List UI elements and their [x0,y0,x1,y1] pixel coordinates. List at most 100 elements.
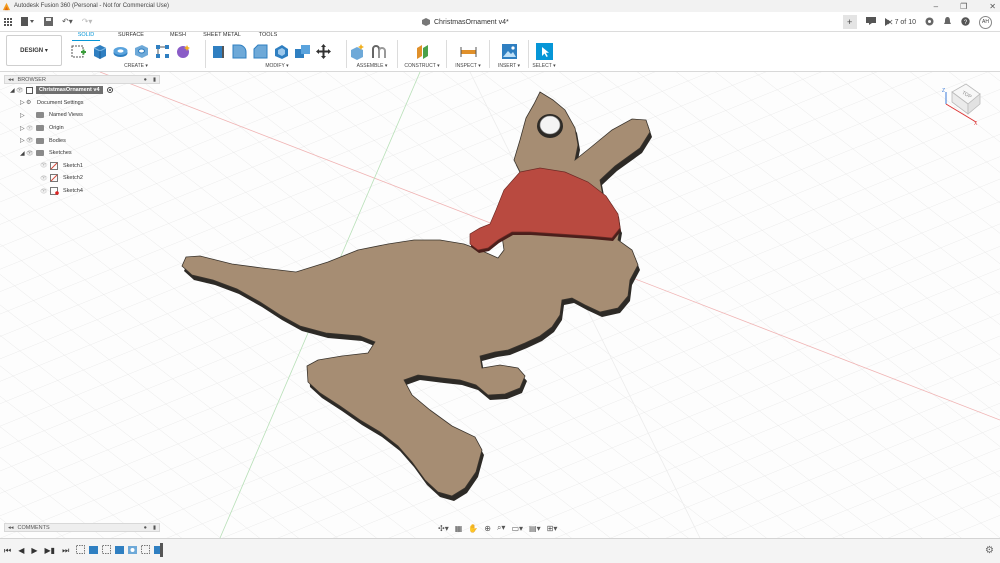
zoom-icon[interactable]: ⊕ [484,524,491,533]
tab-surface[interactable]: SURFACE [116,32,146,41]
tab-mesh[interactable]: MESH [166,32,190,41]
combine-icon[interactable] [294,43,311,60]
go-to-end-icon[interactable]: ⏭ [62,546,69,556]
visibility-eye-icon[interactable]: 👁 [26,150,36,157]
new-component-icon[interactable] [349,43,366,60]
inspect-menu[interactable]: INSPECT ▾ [449,63,487,69]
modify-menu[interactable]: MODIFY ▾ [210,63,344,69]
document-tab[interactable]: ChristmasOrnament v4* ✕ [422,13,893,31]
help-icon[interactable]: ? [961,16,970,28]
user-avatar[interactable]: AH [979,15,992,29]
job-status[interactable]: 7 of 10 [884,18,916,26]
timeline-sketch-icon[interactable] [102,545,111,554]
collapse-arrows-icon[interactable]: ◂◂ [8,77,14,83]
viewcube[interactable]: Z X TOP [938,78,986,126]
data-panel-icon[interactable] [865,17,876,27]
create-form-icon[interactable] [175,43,192,60]
visibility-eye-icon[interactable]: 👁 [40,175,50,182]
browser-item-sketch2[interactable]: 👁 Sketch2 [4,172,160,185]
move-copy-icon[interactable] [315,43,332,60]
save-icon[interactable] [44,17,53,26]
new-tab-plus-icon[interactable]: + [842,15,857,29]
browser-header[interactable]: ◂◂ BROWSER ● ▮ [4,75,160,84]
tab-sheet-metal[interactable]: SHEET METAL [202,32,242,41]
step-forward-icon[interactable]: ▶▮ [45,546,56,556]
assemble-menu[interactable]: ASSEMBLE ▾ [349,63,395,69]
insert-menu[interactable]: INSERT ▾ [492,63,526,69]
add-comment-icon[interactable]: ● [144,525,147,531]
select-cursor-icon[interactable] [535,43,553,60]
grid-settings-icon[interactable]: ▤▾ [529,524,541,533]
tab-tools[interactable]: TOOLS [256,32,280,41]
revolve-icon[interactable] [112,43,129,60]
create-sketch-icon[interactable] [70,43,87,60]
press-pull-icon[interactable] [210,43,227,60]
browser-item-sketch4[interactable]: 👁 Sketch4 [4,185,160,198]
select-menu[interactable]: SELECT ▾ [530,63,558,69]
browser-item-label: Sketches [49,150,72,157]
pan-hand-icon[interactable]: ✋ [468,524,478,533]
comments-panel[interactable]: ◂◂ COMMENTS ● ▮ [4,523,160,532]
pattern-icon[interactable] [154,43,171,60]
browser-item-sketch1[interactable]: 👁 Sketch1 [4,160,160,173]
panel-toggle-icon[interactable]: ▮ [153,525,156,531]
chamfer-icon[interactable] [252,43,269,60]
browser-item-label: Named Views [49,112,83,119]
browser-item-named-views[interactable]: ▷ Named Views [4,109,160,122]
timeline-sketch-icon[interactable] [141,545,150,554]
browser-item-document-settings[interactable]: ▷ ⚙ Document Settings [4,97,160,110]
panel-toggle-icon[interactable]: ▮ [153,77,156,83]
maximize-icon[interactable]: ❐ [960,2,967,11]
fillet-icon[interactable] [231,43,248,60]
offset-plane-icon[interactable] [414,43,431,60]
visibility-eye-icon[interactable]: 👁 [26,137,36,144]
collapsed-triangle-icon[interactable]: ▷ [20,112,26,119]
pin-dot-icon[interactable]: ● [144,77,147,83]
timeline-extrude-icon[interactable] [89,545,98,554]
insert-canvas-icon[interactable] [501,43,518,60]
undo-icon[interactable]: ↶▾ [62,17,73,26]
visibility-eye-icon[interactable]: 👁 [40,188,50,195]
timeline-marker[interactable] [160,543,163,557]
construct-menu[interactable]: CONSTRUCT ▾ [400,63,444,69]
go-to-start-icon[interactable]: ⏮ [4,546,11,556]
fit-zoom-icon[interactable]: ⌕▾ [497,523,506,533]
viewports-icon[interactable]: ⊞▾ [547,524,558,533]
play-icon[interactable]: ▶ [31,546,37,556]
browser-item-sketches[interactable]: ◢ 👁 Sketches [4,147,160,160]
hole-icon[interactable] [133,43,150,60]
ornament-hanging-hole[interactable] [537,114,563,138]
display-settings-icon[interactable]: ▭▾ [511,524,523,533]
file-menu-icon[interactable] [21,17,35,26]
workspace-label: DESIGN [20,47,44,54]
notifications-bell-icon[interactable] [943,16,952,28]
extrude-icon[interactable] [91,43,108,60]
measure-icon[interactable] [460,43,477,60]
shell-icon[interactable] [273,43,290,60]
minimize-icon[interactable]: – [934,2,938,11]
timeline-extrude-icon[interactable] [115,545,124,554]
visibility-eye-icon[interactable]: 👁 [40,162,50,169]
step-back-icon[interactable]: ◀ [18,546,24,556]
collapse-arrows-icon[interactable]: ◂◂ [8,525,14,531]
timeline-settings-gear-icon[interactable]: ⚙ [985,545,994,556]
joint-icon[interactable] [370,43,387,60]
workspace-switcher[interactable]: DESIGN ▾ [6,35,62,66]
svg-text:X: X [974,121,978,126]
redo-icon[interactable]: ↷▾ [82,17,93,26]
visibility-eye-icon[interactable]: 👁 [26,125,36,132]
look-at-icon[interactable]: ▦ [455,524,463,533]
browser-item-origin[interactable]: ▷ 👁 Origin [4,122,160,135]
close-window-icon[interactable]: ✕ [989,2,996,11]
create-menu[interactable]: CREATE ▾ [70,63,202,69]
visibility-eye-icon[interactable]: 👁 [16,87,26,94]
browser-item-bodies[interactable]: ▷ 👁 Bodies [4,134,160,147]
browser-root-node[interactable]: ◢ 👁 ChristmasOrnament v4 [4,84,160,97]
app-grid-icon[interactable] [4,17,12,26]
tab-solid[interactable]: SOLID [72,32,100,41]
timeline-hole-icon[interactable] [128,545,137,554]
orbit-icon[interactable]: ✣▾ [438,524,449,533]
extensions-icon[interactable] [925,17,934,28]
activate-component-radio[interactable] [106,87,113,94]
timeline-sketch-icon[interactable] [76,545,85,554]
